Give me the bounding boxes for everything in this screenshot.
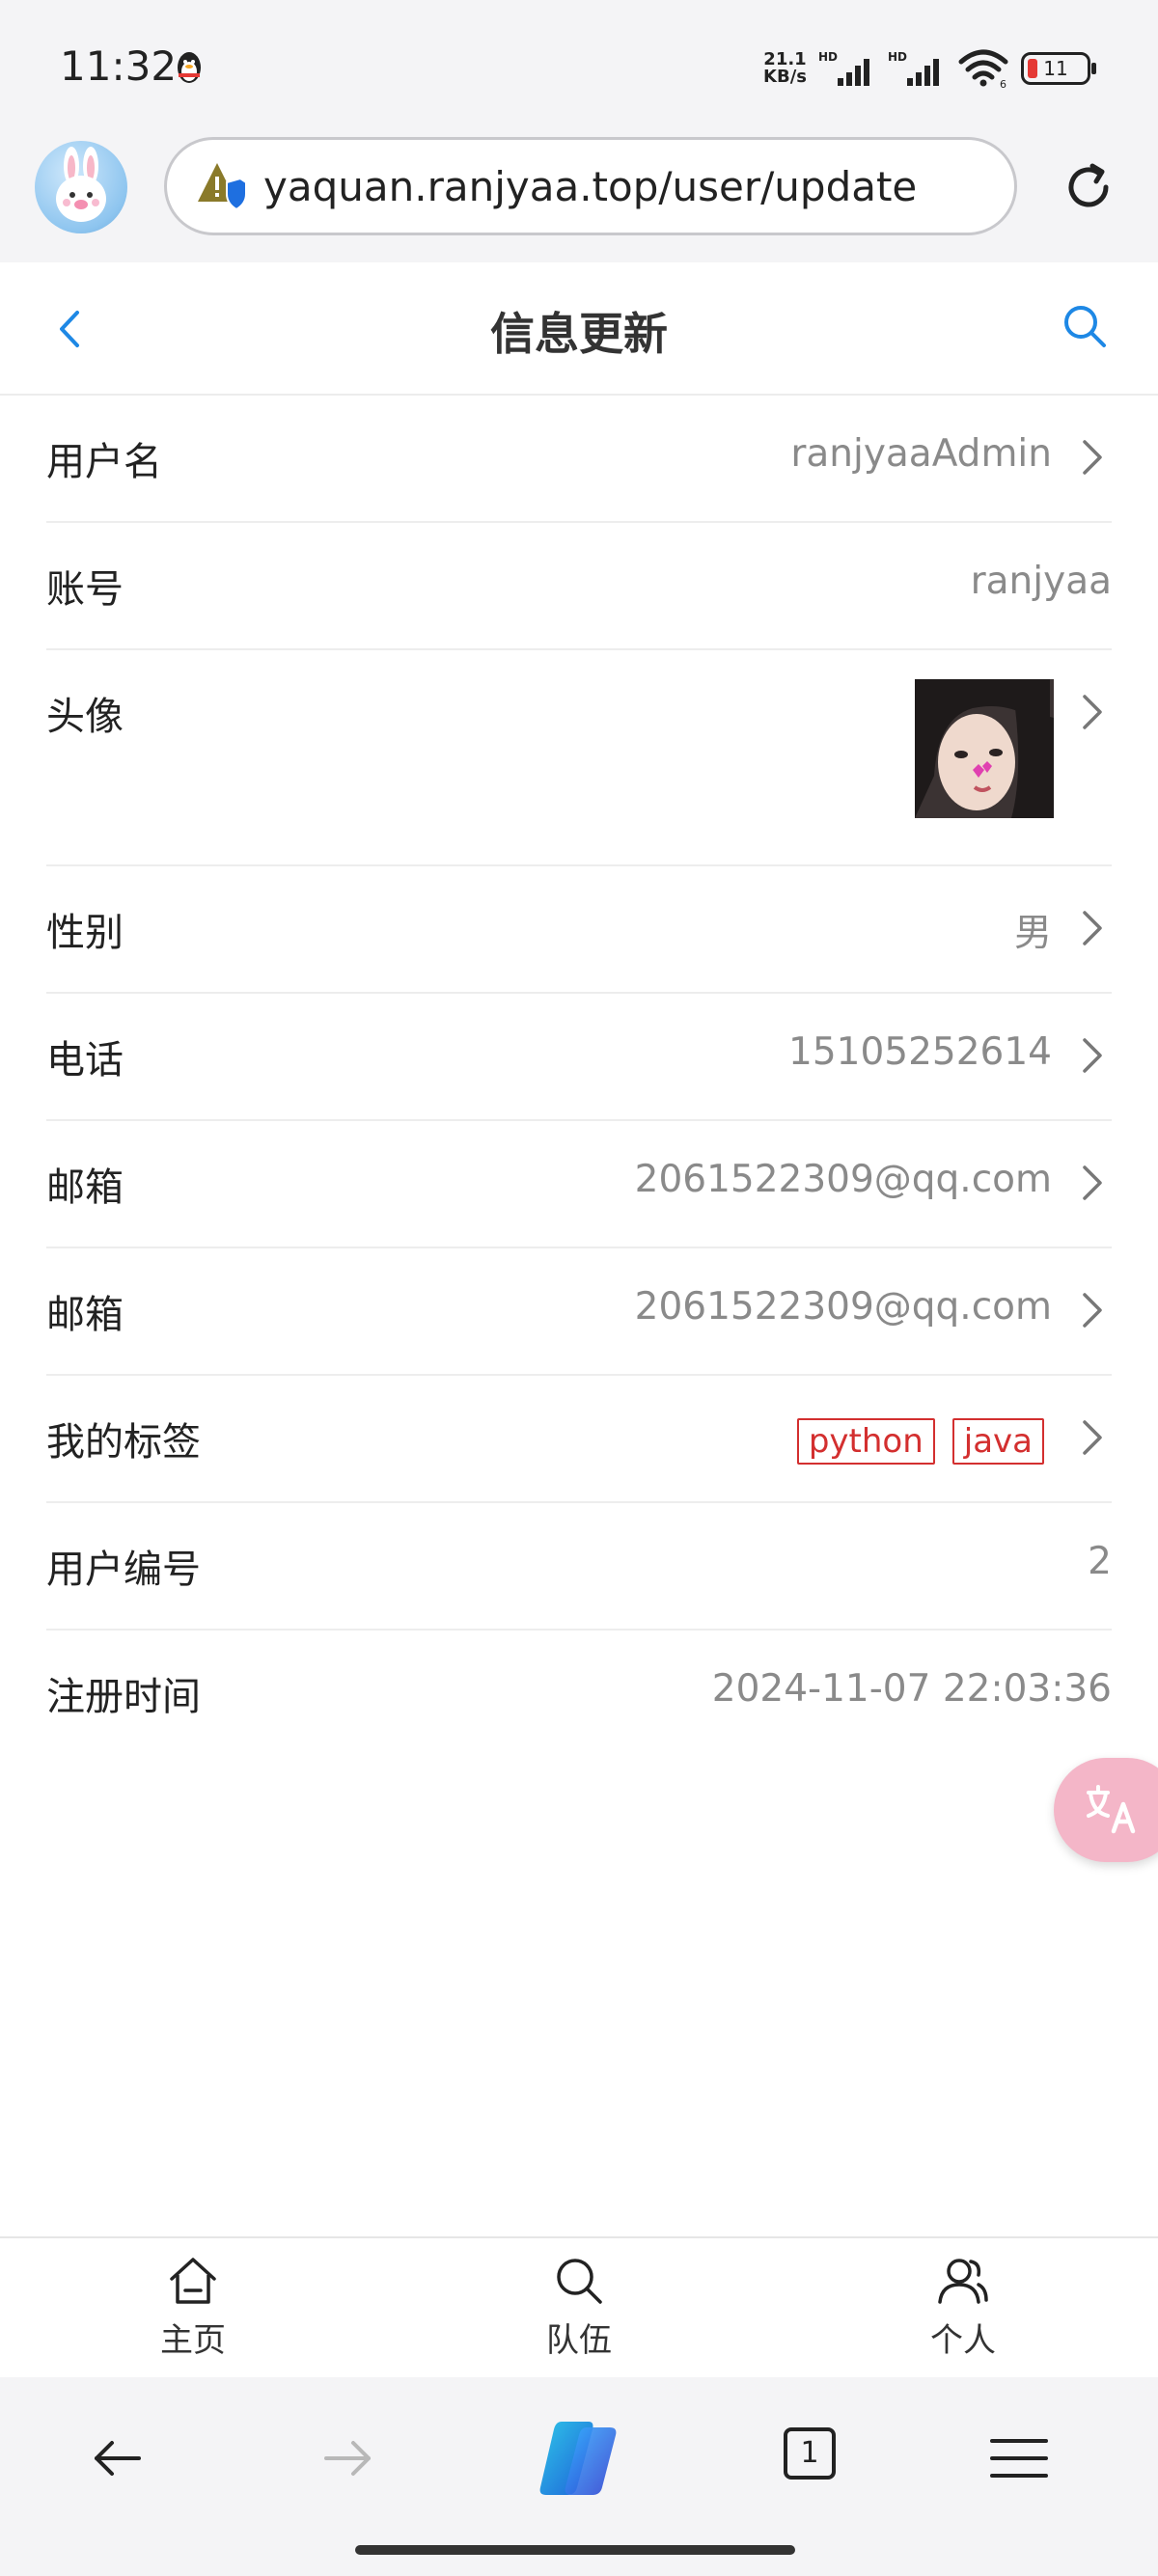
bunny-icon bbox=[56, 147, 106, 222]
tab-team[interactable]: 队伍 bbox=[511, 2252, 647, 2361]
field-account: 账号 ranjyaa bbox=[46, 523, 1112, 650]
copilot-icon[interactable] bbox=[533, 2416, 625, 2501]
field-value: 2024-11-07 22:03:36 bbox=[711, 1667, 1112, 1711]
signal-icon-2: HD bbox=[888, 50, 939, 86]
field-register-time: 注册时间 2024-11-07 22:03:36 bbox=[46, 1631, 1112, 1758]
field-value: 2 bbox=[1088, 1540, 1112, 1583]
field-label: 头像 bbox=[46, 695, 124, 739]
field-value: ranjyaaAdmin bbox=[790, 432, 1052, 476]
field-value: 男 bbox=[1013, 912, 1052, 955]
field-tags[interactable]: 我的标签 python java bbox=[46, 1376, 1112, 1503]
network-speed: 21.1 KB/s bbox=[763, 49, 807, 87]
translate-button[interactable] bbox=[1054, 1758, 1158, 1862]
nav-header: 信息更新 bbox=[0, 262, 1158, 396]
tab-profile[interactable]: 个人 bbox=[896, 2252, 1031, 2361]
reload-icon[interactable] bbox=[1060, 158, 1117, 216]
field-label: 用户名 bbox=[46, 440, 162, 484]
field-user-id: 用户编号 2 bbox=[46, 1503, 1112, 1631]
tab-bar: 主页 队伍 个人 bbox=[0, 2236, 1158, 2377]
site-security-icon bbox=[198, 163, 247, 211]
chevron-right-icon bbox=[1083, 1293, 1102, 1328]
tag-list: python java bbox=[796, 1418, 1044, 1465]
field-username[interactable]: 用户名 ranjyaaAdmin bbox=[46, 396, 1112, 523]
field-label: 电话 bbox=[46, 1038, 124, 1082]
browser-back-icon[interactable] bbox=[87, 2427, 149, 2489]
svg-text:6: 6 bbox=[1000, 78, 1006, 89]
svg-text:HD: HD bbox=[818, 50, 838, 64]
wifi-icon: 6 bbox=[958, 49, 1008, 89]
search-icon[interactable] bbox=[1060, 301, 1110, 355]
field-value: ranjyaa bbox=[970, 560, 1112, 603]
translate-icon bbox=[1087, 1785, 1136, 1834]
tag: java bbox=[951, 1418, 1044, 1465]
field-label: 用户编号 bbox=[46, 1548, 201, 1592]
field-label: 我的标签 bbox=[46, 1420, 201, 1465]
url-text: yaquan.ranjyaa.top/user/update bbox=[263, 162, 918, 210]
field-value: 15105252614 bbox=[788, 1030, 1052, 1074]
tab-count-button[interactable]: 1 bbox=[784, 2427, 836, 2480]
status-bar: 11:32 21.1 KB/s HD HD 6 11 bbox=[0, 0, 1158, 135]
user-info-list: 用户名 ranjyaaAdmin 账号 ranjyaa 头像 性别 男 电话 1… bbox=[0, 396, 1158, 2236]
tag: python bbox=[796, 1418, 935, 1465]
field-label: 账号 bbox=[46, 567, 124, 612]
field-value: 2061522309@qq.com bbox=[634, 1158, 1052, 1201]
browser-address-bar: yaquan.ranjyaa.top/user/update bbox=[0, 135, 1158, 262]
field-avatar[interactable]: 头像 bbox=[46, 650, 1112, 866]
page-title: 信息更新 bbox=[490, 308, 668, 360]
field-email[interactable]: 邮箱 2061522309@qq.com bbox=[46, 1121, 1112, 1248]
qq-penguin-icon bbox=[178, 52, 201, 83]
field-label: 邮箱 bbox=[46, 1293, 124, 1337]
field-phone[interactable]: 电话 15105252614 bbox=[46, 994, 1112, 1121]
signal-icon: HD bbox=[818, 50, 869, 86]
field-gender[interactable]: 性别 男 bbox=[46, 866, 1112, 994]
chevron-right-icon bbox=[1083, 1165, 1102, 1200]
home-indicator[interactable] bbox=[355, 2545, 795, 2555]
svg-text:HD: HD bbox=[888, 50, 907, 64]
home-icon bbox=[170, 2258, 216, 2304]
field-value: 2061522309@qq.com bbox=[634, 1285, 1052, 1329]
battery-icon: 11 bbox=[1021, 52, 1096, 85]
field-label: 邮箱 bbox=[46, 1165, 124, 1210]
field-label: 性别 bbox=[46, 911, 124, 955]
user-icon bbox=[938, 2259, 988, 2304]
chevron-right-icon bbox=[1083, 1038, 1102, 1073]
browser-forward-icon[interactable] bbox=[317, 2427, 378, 2489]
search-icon bbox=[557, 2259, 602, 2304]
chevron-right-icon bbox=[1083, 695, 1102, 729]
avatar bbox=[915, 679, 1054, 818]
chevron-right-icon bbox=[1083, 911, 1102, 945]
tab-home[interactable]: 主页 bbox=[125, 2252, 261, 2361]
chevron-right-icon bbox=[1083, 440, 1102, 475]
status-time: 11:32 bbox=[60, 42, 178, 90]
browser-profile-avatar[interactable] bbox=[35, 141, 127, 233]
field-email-2[interactable]: 邮箱 2061522309@qq.com bbox=[46, 1248, 1112, 1376]
menu-icon[interactable] bbox=[988, 2427, 1050, 2489]
field-label: 注册时间 bbox=[46, 1675, 201, 1719]
url-field[interactable]: yaquan.ranjyaa.top/user/update bbox=[164, 137, 1017, 235]
chevron-right-icon bbox=[1083, 1420, 1102, 1455]
